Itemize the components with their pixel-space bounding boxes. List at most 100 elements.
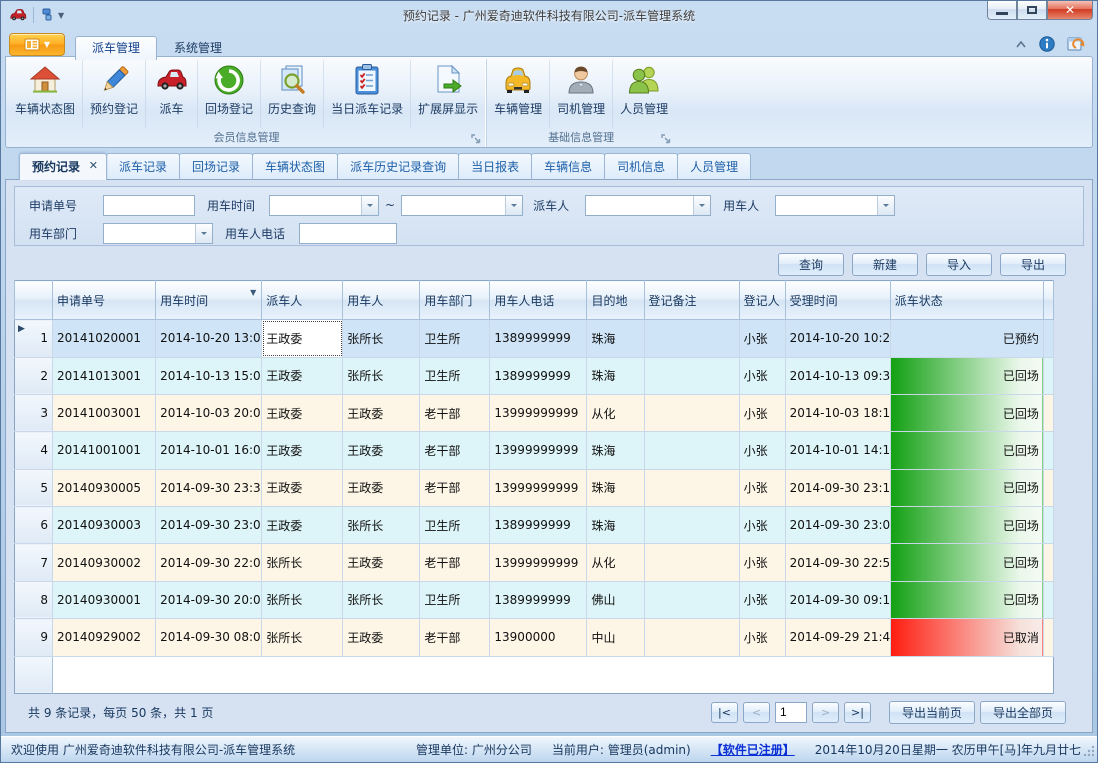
doc-tab-personnel-mgmt[interactable]: 人员管理 xyxy=(677,153,751,180)
collapse-ribbon-chevron-icon[interactable] xyxy=(1015,40,1027,48)
ribbon-button-today-dispatch-records[interactable]: 当日派车记录 xyxy=(323,59,410,129)
cell-dispatcher[interactable]: 张所长 xyxy=(262,581,343,618)
table-row[interactable]: 8201409300012014-09-30 20:00张所长张所长卫生所138… xyxy=(15,581,1054,618)
cell-accept_time[interactable]: 2014-10-03 18:11 xyxy=(785,394,890,431)
table-row[interactable]: 2201410130012014-10-13 15:00王政委张所长卫生所138… xyxy=(15,357,1054,394)
cell-request_no[interactable]: 20141003001 xyxy=(53,394,156,431)
cell-use_time[interactable]: 2014-10-20 13:00 xyxy=(156,320,262,357)
cell-remark[interactable] xyxy=(644,469,739,506)
cell-use_time[interactable]: 2014-10-13 15:00 xyxy=(156,357,262,394)
table-row[interactable]: 6201409300032014-09-30 23:00王政委张所长卫生所138… xyxy=(15,507,1054,544)
cell-phone[interactable]: 13900000 xyxy=(490,619,587,656)
phone-input[interactable] xyxy=(299,223,397,244)
table-row[interactable]: 9201409290022014-09-30 08:00张所长王政委老干部139… xyxy=(15,619,1054,656)
cell-registrar[interactable]: 小张 xyxy=(739,320,785,357)
cell-registrar[interactable]: 小张 xyxy=(739,544,785,581)
export-all-pages-button[interactable]: 导出全部页 xyxy=(980,701,1066,724)
cell-accept_time[interactable]: 2014-10-13 09:34 xyxy=(785,357,890,394)
cell-registrar[interactable]: 小张 xyxy=(739,432,785,469)
doc-tab-vehicle-status-map[interactable]: 车辆状态图 xyxy=(252,153,338,180)
doc-tab-dispatch-records[interactable]: 派车记录 xyxy=(106,153,180,180)
export-current-page-button[interactable]: 导出当前页 xyxy=(889,701,975,724)
cell-accept_time[interactable]: 2014-09-30 23:14 xyxy=(785,469,890,506)
ribbon-tab-dispatch-mgmt[interactable]: 派车管理 xyxy=(75,36,157,60)
import-button[interactable]: 导入 xyxy=(926,253,992,276)
info-icon[interactable] xyxy=(1039,36,1055,52)
request-no-input[interactable] xyxy=(103,195,195,216)
doc-tab-vehicle-info[interactable]: 车辆信息 xyxy=(531,153,605,180)
cell-phone[interactable]: 1389999999 xyxy=(490,357,587,394)
license-registered-link[interactable]: 【软件已注册】 xyxy=(701,741,805,758)
cell-destination[interactable]: 珠海 xyxy=(587,320,644,357)
cell-dept[interactable]: 卫生所 xyxy=(420,320,490,357)
cell-dept[interactable]: 老干部 xyxy=(420,394,490,431)
cell-dispatcher[interactable]: 王政委 xyxy=(262,432,343,469)
cell-dept[interactable]: 卫生所 xyxy=(420,507,490,544)
cell-remark[interactable] xyxy=(644,619,739,656)
cell-phone[interactable]: 1389999999 xyxy=(490,507,587,544)
cell-destination[interactable]: 珠海 xyxy=(587,357,644,394)
cell-passenger[interactable]: 张所长 xyxy=(343,320,420,357)
cell-status[interactable]: 已回场 xyxy=(890,432,1043,469)
cell-request_no[interactable]: 20141013001 xyxy=(53,357,156,394)
cell-destination[interactable]: 佛山 xyxy=(587,581,644,618)
cell-request_no[interactable]: 20140929002 xyxy=(53,619,156,656)
cell-registrar[interactable]: 小张 xyxy=(739,357,785,394)
first-page-button[interactable]: |< xyxy=(711,702,738,723)
column-header-accept_time[interactable]: 受理时间 xyxy=(785,281,890,320)
ribbon-button-driver-mgmt[interactable]: 司机管理 xyxy=(549,59,612,129)
cell-registrar[interactable]: 小张 xyxy=(739,394,785,431)
cell-phone[interactable]: 1389999999 xyxy=(490,581,587,618)
cell-status[interactable]: 已取消 xyxy=(890,619,1043,656)
cell-destination[interactable]: 珠海 xyxy=(587,432,644,469)
cell-accept_time[interactable]: 2014-10-01 14:19 xyxy=(785,432,890,469)
last-page-button[interactable]: >| xyxy=(844,702,871,723)
cell-passenger[interactable]: 王政委 xyxy=(343,469,420,506)
cell-registrar[interactable]: 小张 xyxy=(739,469,785,506)
doc-tab-driver-info[interactable]: 司机信息 xyxy=(604,153,678,180)
cell-use_time[interactable]: 2014-09-30 23:30 xyxy=(156,469,262,506)
dispatcher-combobox[interactable] xyxy=(585,195,711,216)
cell-registrar[interactable]: 小张 xyxy=(739,507,785,544)
ribbon-button-return-register[interactable]: 回场登记 xyxy=(197,59,260,129)
cell-destination[interactable]: 珠海 xyxy=(587,469,644,506)
cell-passenger[interactable]: 王政委 xyxy=(343,432,420,469)
switch-window-icon[interactable] xyxy=(1067,36,1085,52)
table-row[interactable]: 4201410010012014-10-01 16:00王政委王政委老干部139… xyxy=(15,432,1054,469)
cell-accept_time[interactable]: 2014-09-30 22:59 xyxy=(785,544,890,581)
cell-phone[interactable]: 1389999999 xyxy=(490,320,587,357)
cell-status[interactable]: 已回场 xyxy=(890,357,1043,394)
cell-request_no[interactable]: 20141020001 xyxy=(53,320,156,357)
cell-registrar[interactable]: 小张 xyxy=(739,581,785,618)
column-header-request_no[interactable]: 申请单号 xyxy=(53,281,156,320)
cell-passenger[interactable]: 张所长 xyxy=(343,357,420,394)
query-button[interactable]: 查询 xyxy=(778,253,844,276)
doc-tab-reservation-records[interactable]: 预约记录✕ xyxy=(19,153,107,180)
cell-accept_time[interactable]: 2014-09-29 21:47 xyxy=(785,619,890,656)
table-row[interactable]: ▶1201410200012014-10-20 13:00王政委张所长卫生所13… xyxy=(15,320,1054,357)
cell-request_no[interactable]: 20140930002 xyxy=(53,544,156,581)
ribbon-button-vehicle-mgmt[interactable]: 车辆管理 xyxy=(487,59,549,129)
column-header-remark[interactable]: 登记备注 xyxy=(644,281,739,320)
cell-remark[interactable] xyxy=(644,357,739,394)
cell-dept[interactable]: 老干部 xyxy=(420,544,490,581)
cell-remark[interactable] xyxy=(644,432,739,469)
use-time-from-combobox[interactable] xyxy=(269,195,379,216)
cell-phone[interactable]: 13999999999 xyxy=(490,394,587,431)
close-button[interactable]: ✕ xyxy=(1047,1,1093,20)
cell-request_no[interactable]: 20141001001 xyxy=(53,432,156,469)
cell-use_time[interactable]: 2014-10-03 20:00 xyxy=(156,394,262,431)
cell-request_no[interactable]: 20140930005 xyxy=(53,469,156,506)
cell-phone[interactable]: 13999999999 xyxy=(490,432,587,469)
export-button[interactable]: 导出 xyxy=(1000,253,1066,276)
ribbon-button-extended-screen[interactable]: 扩展屏显示 xyxy=(410,59,485,129)
ribbon-button-history-query[interactable]: 历史查询 xyxy=(260,59,323,129)
resize-grip-icon[interactable] xyxy=(1083,745,1095,760)
cell-dept[interactable]: 老干部 xyxy=(420,469,490,506)
new-button[interactable]: 新建 xyxy=(852,253,918,276)
use-time-to-combobox[interactable] xyxy=(401,195,523,216)
cell-use_time[interactable]: 2014-10-01 16:00 xyxy=(156,432,262,469)
cell-passenger[interactable]: 王政委 xyxy=(343,394,420,431)
cell-remark[interactable] xyxy=(644,507,739,544)
cell-remark[interactable] xyxy=(644,544,739,581)
